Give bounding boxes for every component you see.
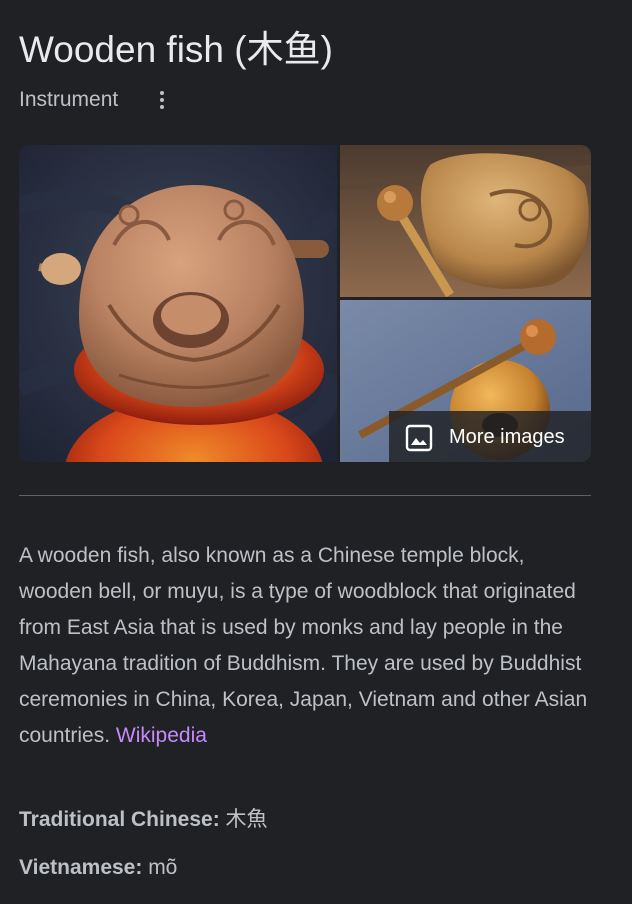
panel-subtitle: Instrument: [19, 88, 119, 111]
fact-value: mõ: [148, 856, 178, 879]
image-icon: [404, 423, 434, 453]
gallery-image-main[interactable]: [19, 145, 337, 462]
fact-label: Traditional Chinese:: [19, 808, 226, 831]
wikipedia-link[interactable]: Wikipedia: [116, 724, 207, 747]
divider: [19, 495, 591, 496]
fact-vietnamese: Vietnamese: mõ: [19, 853, 177, 883]
more-images-label: More images: [449, 426, 565, 448]
panel-title: Wooden fish (木鱼): [19, 29, 333, 70]
description: A wooden fish, also known as a Chinese t…: [19, 538, 597, 754]
fact-value: 木魚: [225, 808, 268, 831]
description-text: A wooden fish, also known as a Chinese t…: [19, 544, 588, 747]
gallery-image-top-right[interactable]: [340, 145, 591, 297]
more-vert-icon[interactable]: [150, 86, 174, 114]
fact-label: Vietnamese:: [19, 856, 149, 879]
fact-traditional-chinese: Traditional Chinese: 木魚: [19, 805, 268, 835]
knowledge-panel: Wooden fish (木鱼) Instrument More images …: [0, 0, 632, 904]
more-images-button[interactable]: More images: [389, 411, 591, 464]
